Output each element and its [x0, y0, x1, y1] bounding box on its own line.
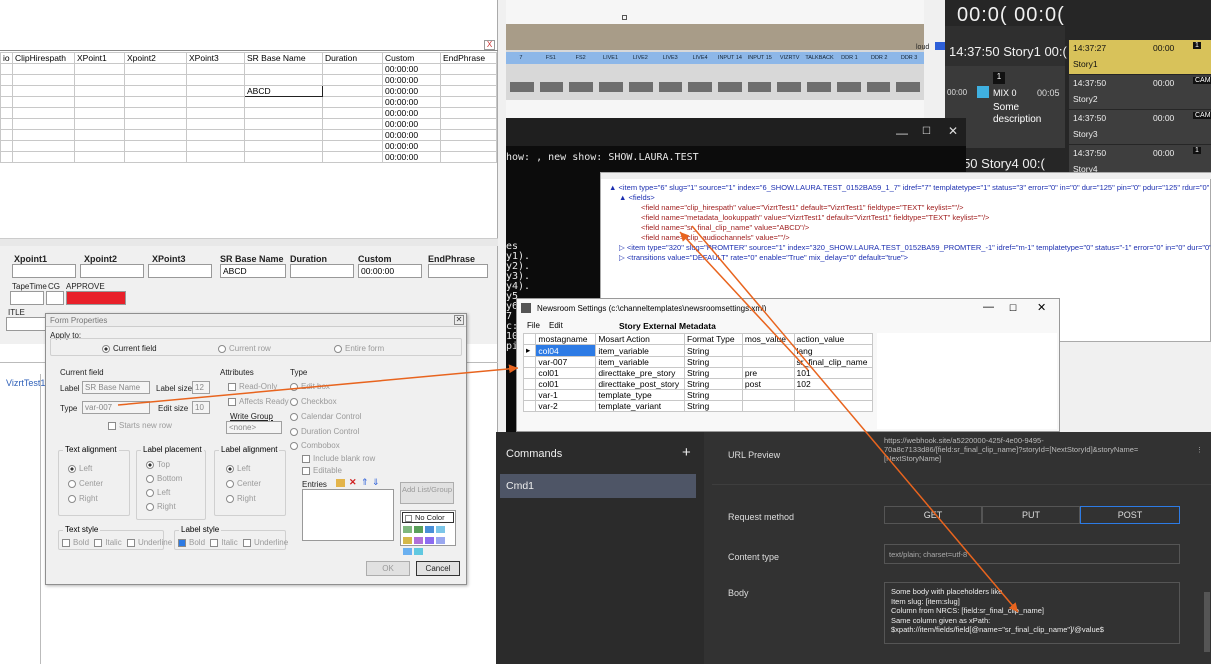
arrow-type-to-mostagname: [117, 364, 519, 406]
annotation-arrows: [117, 225, 1019, 613]
arrow-xml-to-body: [691, 225, 1019, 613]
arrow-action-to-xml: [679, 231, 809, 371]
